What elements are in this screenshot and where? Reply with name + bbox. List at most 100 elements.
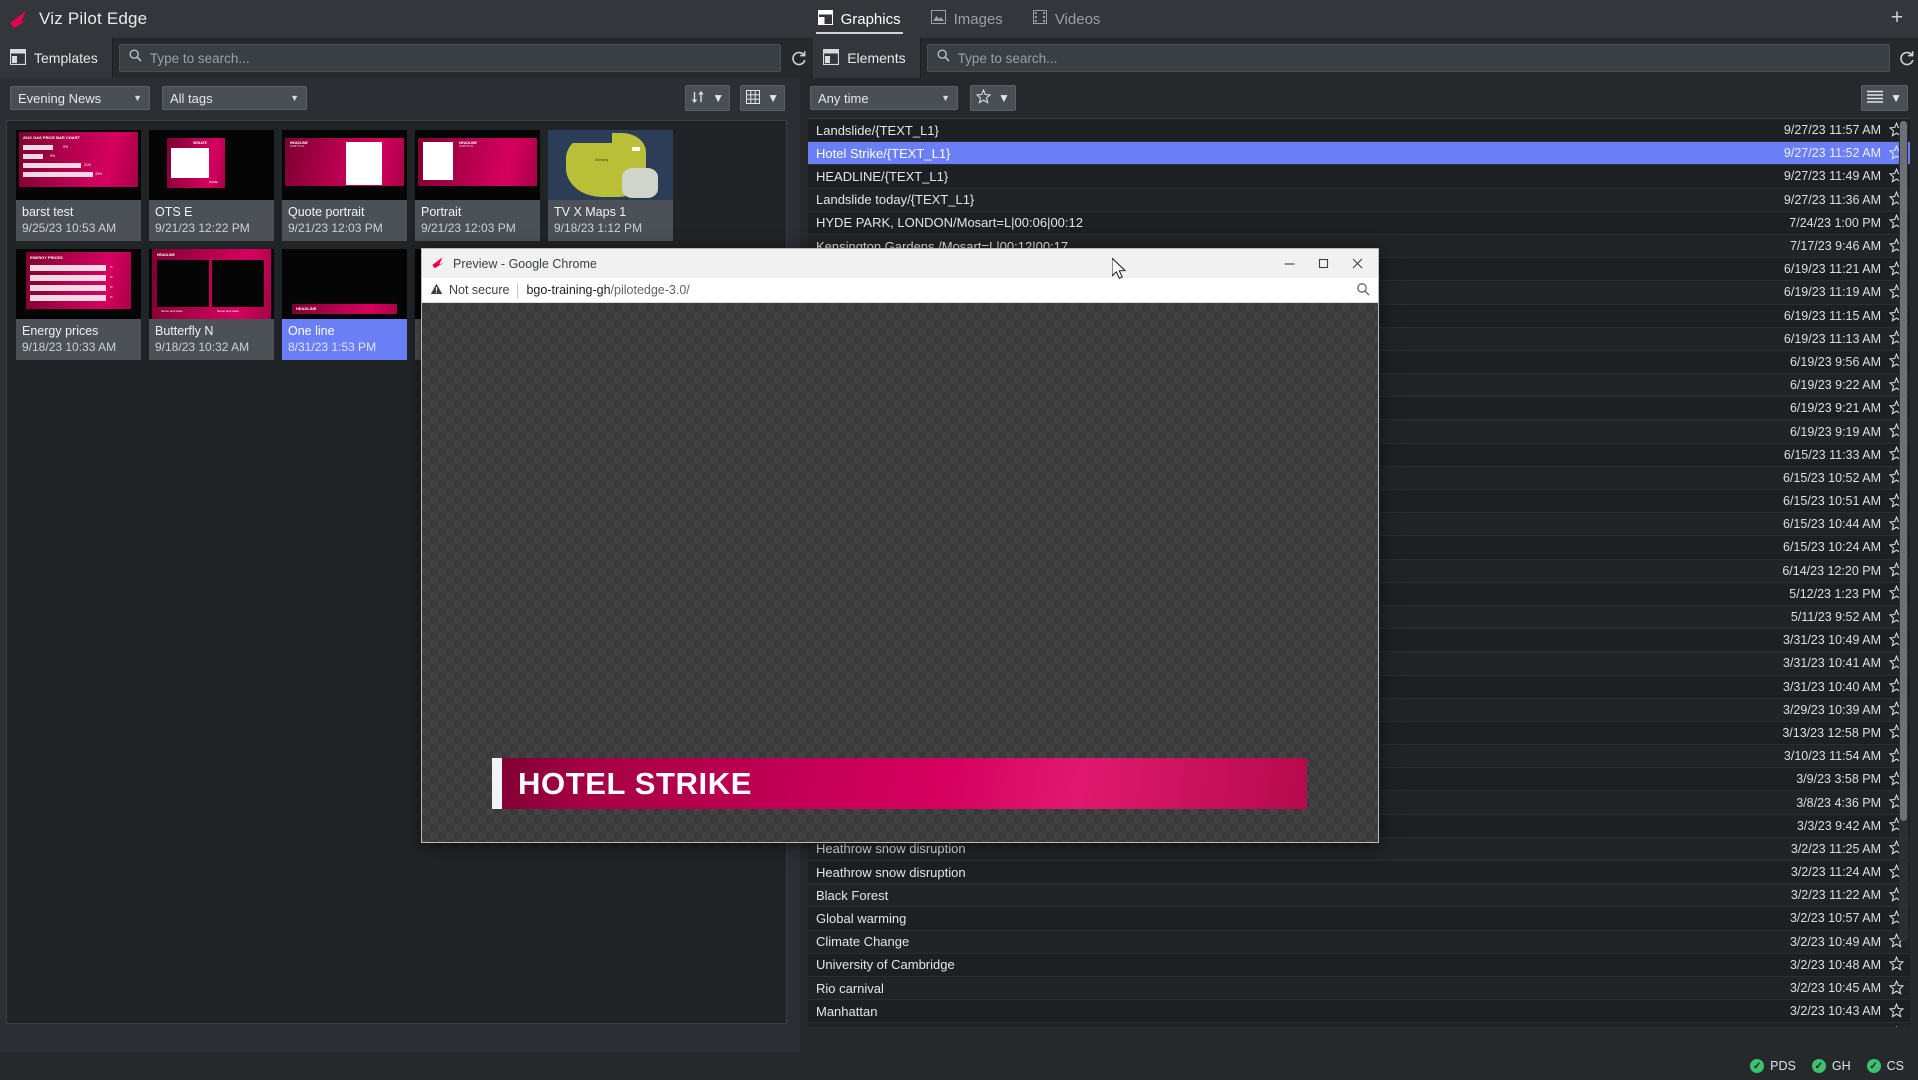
template-card[interactable]: ENERGY PRICES%%%%Energy prices9/18/23 10… bbox=[16, 249, 141, 360]
minimize-icon[interactable] bbox=[1272, 250, 1306, 278]
templates-search[interactable] bbox=[119, 44, 781, 72]
element-row[interactable]: HEADLINE/{TEXT_L1}9/27/23 11:49 AM bbox=[808, 165, 1910, 188]
preview-window[interactable]: Preview - Google Chrome Not secure bbox=[421, 248, 1379, 843]
status-bar: ✓ PDS ✓ GH ✓ CS bbox=[0, 1052, 1918, 1080]
star-outline-icon[interactable] bbox=[1889, 1003, 1906, 1020]
element-row-date: 3/2/23 10:48 AM bbox=[1790, 958, 1881, 972]
tab-graphics[interactable]: Graphics bbox=[816, 0, 903, 38]
search-icon bbox=[937, 49, 950, 67]
element-row-date: 3/2/23 11:25 AM bbox=[1791, 842, 1881, 856]
channel-filter-dropdown[interactable]: Evening News ▼ bbox=[10, 86, 150, 110]
preview-titlebar[interactable]: Preview - Google Chrome bbox=[422, 249, 1378, 278]
templates-icon bbox=[10, 49, 26, 68]
templates-refresh-button[interactable] bbox=[787, 43, 809, 73]
lower-third-graphic: HOTEL STRIKE bbox=[492, 758, 1307, 809]
zoom-glass-icon[interactable] bbox=[1356, 282, 1370, 299]
templates-tab-label: Templates bbox=[34, 50, 98, 66]
template-card[interactable]: HEADLINEName and placeName and placeButt… bbox=[149, 249, 274, 360]
element-row[interactable]: Landslide today/{TEXT_L1}9/27/23 11:36 A… bbox=[808, 189, 1910, 212]
template-card[interactable]: 2022 GAS PRICE BAR CHART9%5%21%32%barst … bbox=[16, 130, 141, 241]
elements-search[interactable] bbox=[927, 44, 1890, 72]
status-item-pds[interactable]: ✓ PDS bbox=[1750, 1059, 1796, 1073]
status-item-cs[interactable]: ✓ CS bbox=[1867, 1059, 1904, 1073]
element-row-name: Hotel Strike/{TEXT_L1} bbox=[816, 146, 1784, 161]
element-row[interactable]: Climate Change3/2/23 10:49 AM bbox=[808, 931, 1910, 954]
element-row-date: 6/19/23 11:15 AM bbox=[1784, 309, 1881, 323]
template-card[interactable]: HEADLINESUBTITLEQuote portrait9/21/23 12… bbox=[282, 130, 407, 241]
templates-filter-row: Evening News ▼ All tags ▼ ▼ ▼ bbox=[0, 78, 795, 118]
element-row[interactable]: Wembley3/2/23 10:42 AM bbox=[808, 1023, 1910, 1027]
elements-tab-label: Elements bbox=[847, 50, 905, 66]
list-view-button[interactable]: ▼ bbox=[1861, 85, 1908, 111]
chevron-down-icon[interactable]: ▼ bbox=[1890, 91, 1902, 105]
element-row-date: 6/15/23 10:24 AM bbox=[1783, 540, 1881, 554]
template-card[interactable]: SENATENAMEOTS E9/21/23 12:22 PM bbox=[149, 130, 274, 241]
preview-url[interactable]: bgo-training-gh/pilotedge-3.0/ bbox=[526, 283, 689, 297]
element-row-name: Landslide/{TEXT_L1} bbox=[816, 123, 1784, 138]
chevron-down-icon[interactable]: ▼ bbox=[767, 91, 779, 105]
graphics-icon bbox=[818, 10, 833, 29]
sort-button[interactable]: ▼ bbox=[685, 85, 730, 111]
element-row[interactable]: Manhattan3/2/23 10:43 AM bbox=[808, 1000, 1910, 1023]
preview-omnibox[interactable]: Not secure bgo-training-gh/pilotedge-3.0… bbox=[422, 278, 1378, 303]
element-row[interactable]: HYDE PARK, LONDON/Mosart=L|00:06|00:127/… bbox=[808, 212, 1910, 235]
sort-icon bbox=[691, 90, 705, 107]
template-thumbnail: SENATENAME bbox=[149, 130, 274, 200]
elements-tab[interactable]: Elements bbox=[813, 38, 920, 78]
elements-scrollbar[interactable] bbox=[1899, 121, 1908, 941]
chevron-down-icon[interactable]: ▼ bbox=[712, 91, 724, 105]
template-card[interactable]: GermanyTV X Maps 19/18/23 1:12 PM bbox=[548, 130, 673, 241]
element-row[interactable]: Rio carnival3/2/23 10:45 AM bbox=[808, 977, 1910, 1000]
elements-search-input[interactable] bbox=[958, 51, 1880, 66]
grid-view-icon bbox=[746, 90, 760, 107]
element-row[interactable]: Black Forest3/2/23 11:22 AM bbox=[808, 884, 1910, 907]
template-card-name: TV X Maps 1 bbox=[548, 200, 673, 219]
element-row[interactable]: Hotel Strike/{TEXT_L1}9/27/23 11:52 AM bbox=[808, 142, 1910, 165]
template-thumbnail: HEADLINEName and placeName and place bbox=[149, 249, 274, 319]
element-row[interactable]: Global warming3/2/23 10:57 AM bbox=[808, 907, 1910, 930]
tab-images[interactable]: Images bbox=[929, 0, 1005, 38]
element-row-date: 3/29/23 10:39 AM bbox=[1783, 703, 1881, 717]
template-card[interactable]: HEADLINEOne line8/31/23 1:53 PM bbox=[282, 249, 407, 360]
star-outline-icon[interactable] bbox=[1889, 980, 1906, 997]
template-card-date: 9/21/23 12:03 PM bbox=[415, 219, 540, 241]
favorites-filter-button[interactable]: ▼ bbox=[970, 85, 1016, 111]
element-row[interactable]: Heathrow snow disruption3/2/23 11:24 AM bbox=[808, 861, 1910, 884]
template-thumbnail: HEADLINE bbox=[282, 249, 407, 319]
element-row-date: 3/9/23 3:58 PM bbox=[1796, 772, 1881, 786]
element-row[interactable]: Landslide/{TEXT_L1}9/27/23 11:57 AM bbox=[808, 119, 1910, 142]
element-row-date: 9/27/23 11:36 AM bbox=[1784, 193, 1881, 207]
templates-tab[interactable]: Templates bbox=[0, 38, 113, 78]
window-controls bbox=[1272, 250, 1374, 278]
star-outline-icon[interactable] bbox=[1889, 956, 1906, 973]
star-icon bbox=[976, 89, 991, 107]
time-filter-dropdown[interactable]: Any time ▼ bbox=[810, 86, 958, 110]
maximize-icon[interactable] bbox=[1306, 250, 1340, 278]
element-row-date: 5/12/23 1:23 PM bbox=[1789, 587, 1881, 601]
security-indicator[interactable]: Not secure bbox=[430, 283, 509, 298]
tab-videos[interactable]: Videos bbox=[1031, 0, 1103, 38]
elements-scrollbar-thumb[interactable] bbox=[1900, 121, 1907, 821]
tag-filter-dropdown[interactable]: All tags ▼ bbox=[162, 86, 307, 110]
element-row-date: 6/19/23 9:22 AM bbox=[1790, 378, 1881, 392]
element-row-name: Black Forest bbox=[816, 888, 1791, 903]
template-thumbnail: Germany bbox=[548, 130, 673, 200]
viz-arrow-icon bbox=[431, 256, 445, 272]
element-row-date: 9/27/23 11:49 AM bbox=[1784, 169, 1881, 183]
element-row[interactable]: University of Cambridge3/2/23 10:48 AM bbox=[808, 954, 1910, 977]
security-label: Not secure bbox=[449, 283, 509, 297]
chevron-down-icon[interactable]: ▼ bbox=[998, 91, 1010, 105]
star-outline-icon[interactable] bbox=[1889, 1026, 1906, 1027]
preview-canvas: HOTEL STRIKE bbox=[422, 303, 1378, 842]
element-row-name: Landslide today/{TEXT_L1} bbox=[816, 192, 1784, 207]
add-button[interactable]: + bbox=[1886, 8, 1908, 30]
view-mode-button[interactable]: ▼ bbox=[740, 85, 785, 111]
element-row-date: 6/19/23 11:19 AM bbox=[1784, 285, 1881, 299]
close-icon[interactable] bbox=[1340, 250, 1374, 278]
element-row-name: Manhattan bbox=[816, 1004, 1790, 1019]
templates-search-input[interactable] bbox=[150, 51, 771, 66]
templates-view-tools: ▼ ▼ bbox=[685, 85, 785, 111]
template-card[interactable]: HEADLINESUBTITLEPortrait9/21/23 12:03 PM bbox=[415, 130, 540, 241]
status-item-gh[interactable]: ✓ GH bbox=[1812, 1059, 1851, 1073]
elements-refresh-button[interactable] bbox=[1896, 43, 1918, 73]
